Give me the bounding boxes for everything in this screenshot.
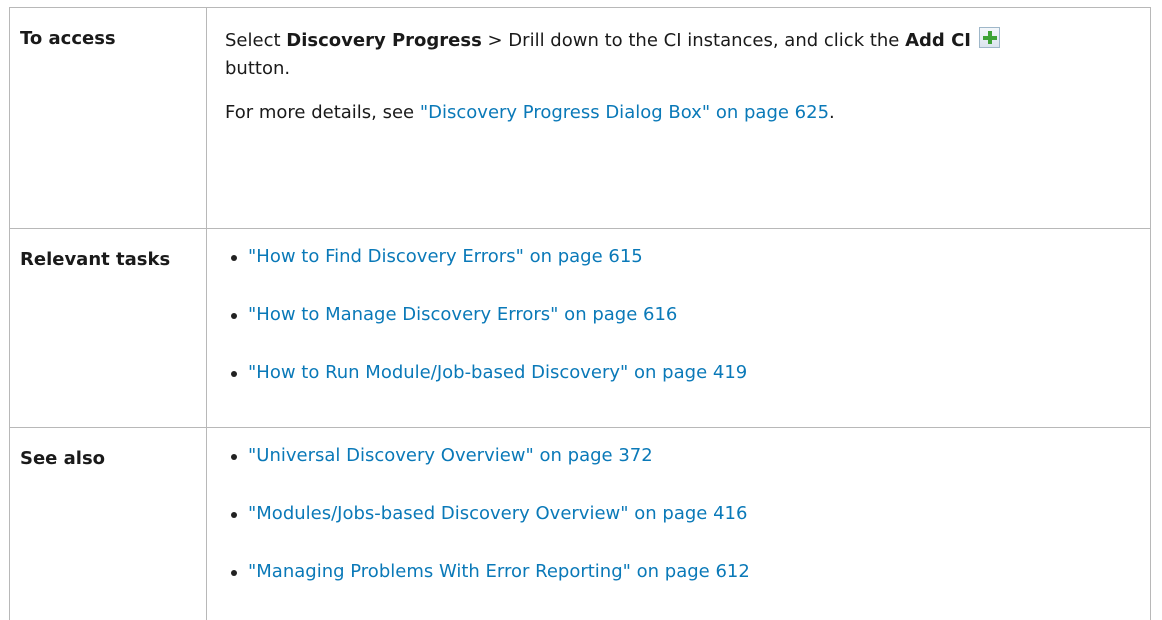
header-see-also: See also bbox=[10, 428, 207, 620]
add-ci-plus-icon bbox=[979, 27, 1000, 48]
bullet-icon bbox=[231, 313, 237, 319]
access-text-select: Select bbox=[225, 30, 286, 51]
bullet-icon bbox=[231, 255, 237, 261]
link-managing-problems-error-reporting[interactable]: "Managing Problems With Error Reporting"… bbox=[248, 561, 750, 582]
bullet-icon bbox=[231, 512, 237, 518]
content-see-also: "Universal Discovery Overview" on page 3… bbox=[207, 428, 1151, 620]
link-find-discovery-errors[interactable]: "How to Find Discovery Errors" on page 6… bbox=[248, 246, 643, 267]
more-details-period: . bbox=[829, 102, 835, 123]
link-manage-discovery-errors[interactable]: "How to Manage Discovery Errors" on page… bbox=[248, 304, 677, 325]
row-to-access: To access Select Discovery Progress > Dr… bbox=[10, 8, 1151, 229]
add-ci-term: Add CI bbox=[905, 30, 971, 51]
list-item: "Universal Discovery Overview" on page 3… bbox=[225, 442, 1130, 470]
list-item: "Modules/Jobs-based Discovery Overview" … bbox=[225, 500, 1130, 528]
bullet-icon bbox=[231, 454, 237, 460]
list-item: "How to Find Discovery Errors" on page 6… bbox=[225, 243, 1130, 271]
bullet-icon bbox=[231, 371, 237, 377]
content-to-access: Select Discovery Progress > Drill down t… bbox=[207, 8, 1151, 229]
link-discovery-progress-dialog-box[interactable]: "Discovery Progress Dialog Box" on page … bbox=[420, 102, 829, 123]
more-details-text: For more details, see bbox=[225, 102, 420, 123]
list-item: "Managing Problems With Error Reporting"… bbox=[225, 558, 1130, 586]
access-more-details: For more details, see "Discovery Progres… bbox=[225, 83, 1130, 127]
content-relevant-tasks: "How to Find Discovery Errors" on page 6… bbox=[207, 229, 1151, 428]
row-see-also: See also "Universal Discovery Overview" … bbox=[10, 428, 1151, 620]
row-relevant-tasks: Relevant tasks "How to Find Discovery Er… bbox=[10, 229, 1151, 428]
see-also-list: "Universal Discovery Overview" on page 3… bbox=[225, 428, 1130, 586]
access-text-drill-down: > Drill down to the CI instances, and cl… bbox=[482, 30, 905, 51]
access-instructions: Select Discovery Progress > Drill down t… bbox=[225, 8, 1130, 83]
bullet-icon bbox=[231, 570, 237, 576]
list-item: "How to Manage Discovery Errors" on page… bbox=[225, 301, 1130, 329]
info-table: To access Select Discovery Progress > Dr… bbox=[9, 7, 1151, 620]
header-to-access: To access bbox=[10, 8, 207, 229]
link-universal-discovery-overview[interactable]: "Universal Discovery Overview" on page 3… bbox=[248, 445, 653, 466]
header-relevant-tasks: Relevant tasks bbox=[10, 229, 207, 428]
relevant-tasks-list: "How to Find Discovery Errors" on page 6… bbox=[225, 229, 1130, 387]
list-item: "How to Run Module/Job-based Discovery" … bbox=[225, 359, 1130, 387]
link-run-module-job-based-discovery[interactable]: "How to Run Module/Job-based Discovery" … bbox=[248, 362, 747, 383]
discovery-progress-term: Discovery Progress bbox=[286, 30, 482, 51]
link-modules-jobs-based-discovery-overview[interactable]: "Modules/Jobs-based Discovery Overview" … bbox=[248, 503, 747, 524]
access-text-button: button. bbox=[225, 58, 290, 79]
